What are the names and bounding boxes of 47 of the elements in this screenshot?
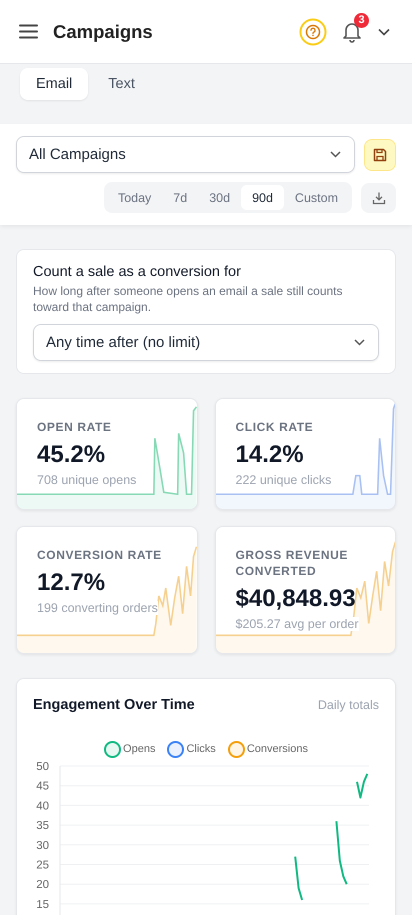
campaign-select[interactable]: All Campaigns bbox=[16, 136, 355, 173]
menu-icon[interactable] bbox=[19, 24, 38, 39]
axis-tick-label: 45 bbox=[36, 780, 49, 793]
save-button[interactable] bbox=[364, 138, 396, 170]
range-option[interactable]: Custom bbox=[284, 185, 349, 210]
metric-value: $40,848.93 bbox=[236, 585, 357, 614]
conversion-window-select[interactable]: Any time after (no limit) bbox=[33, 324, 379, 361]
axis-tick-label: 30 bbox=[36, 840, 49, 852]
axis-tick-label: 15 bbox=[36, 898, 49, 911]
metric-caption: $205.27 avg per order bbox=[236, 617, 359, 632]
floppy-icon bbox=[373, 148, 387, 162]
page-title: Campaigns bbox=[53, 20, 153, 42]
tab[interactable]: Email bbox=[20, 68, 88, 100]
chevron-down-icon bbox=[354, 338, 365, 346]
card-title: Count a sale as a conversion for bbox=[33, 264, 242, 280]
notification-badge: 3 bbox=[354, 12, 369, 28]
chart-title: Engagement Over Time bbox=[33, 696, 195, 713]
tab[interactable]: Text bbox=[92, 68, 151, 100]
legend-item[interactable]: Opens bbox=[104, 740, 156, 758]
axis-tick-label: 20 bbox=[36, 879, 49, 892]
range-option[interactable]: 7d bbox=[162, 185, 198, 210]
card-description: How long after someone opens an email a sale still counts toward that campaign. bbox=[33, 284, 344, 316]
legend-item[interactable]: Clicks bbox=[167, 740, 216, 758]
metric-label: OPEN RATE bbox=[37, 418, 113, 436]
download-icon bbox=[372, 190, 386, 204]
metric-caption: 199 converting orders bbox=[37, 601, 158, 616]
metric-value: 12.7% bbox=[37, 569, 106, 598]
chart-subtitle: Daily totals bbox=[318, 698, 379, 712]
legend-item[interactable]: Conversions bbox=[228, 740, 308, 758]
metric-label: GROSS REVENUE CONVERTED bbox=[236, 546, 349, 580]
metric-label: CONVERSION RATE bbox=[37, 546, 163, 564]
metric-label: CLICK RATE bbox=[236, 418, 314, 436]
axis-tick-label: 35 bbox=[36, 820, 49, 832]
axis-tick-label: 40 bbox=[36, 800, 49, 812]
help-icon[interactable] bbox=[299, 18, 327, 46]
axis-tick-label: 50 bbox=[36, 760, 49, 773]
range-option[interactable]: 30d bbox=[198, 185, 242, 210]
chevron-down-icon[interactable] bbox=[378, 28, 390, 36]
metric-value: 14.2% bbox=[236, 441, 305, 470]
download-button[interactable] bbox=[361, 182, 396, 212]
range-option[interactable]: Today bbox=[106, 185, 162, 210]
metric-value: 45.2% bbox=[37, 441, 106, 470]
chevron-down-icon bbox=[330, 151, 341, 158]
range-option[interactable]: 90d bbox=[241, 185, 284, 210]
axis-tick-label: 25 bbox=[36, 859, 49, 872]
metric-caption: 222 unique clicks bbox=[236, 473, 332, 488]
metric-caption: 708 unique opens bbox=[37, 473, 136, 488]
